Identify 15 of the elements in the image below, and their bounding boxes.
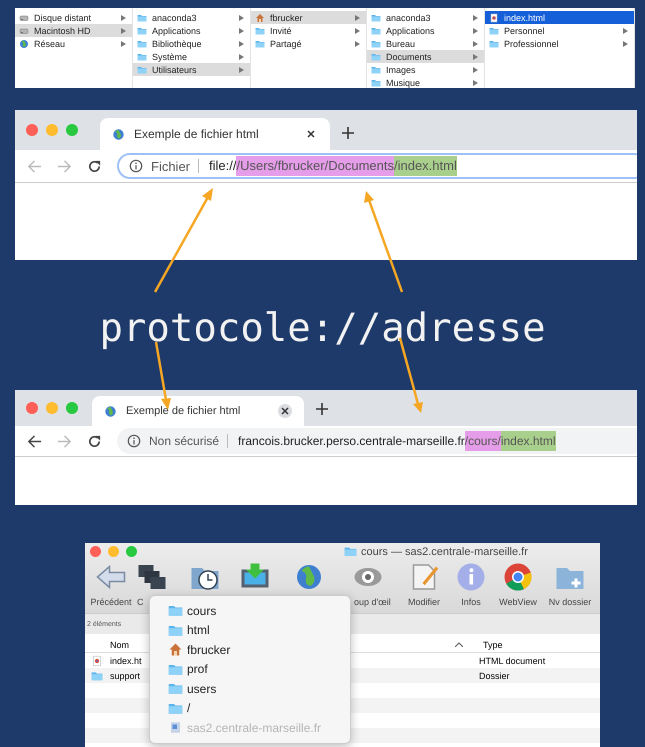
tab-title: Exemple de fichier html [134,127,260,141]
file-type: HTML document [479,656,546,666]
highlighted-url-part: index.html [500,431,556,451]
caption: protocole://adresse [99,306,546,350]
file-name: index.ht [110,656,143,666]
highlighted-url-part: /index.html [394,156,457,176]
tab-title: Exemple de fichier html [126,405,242,417]
security-label: Fichier [151,158,190,174]
url-text: francois.brucker.perso.centrale-marseille.fr [238,433,465,450]
window-title: cours — sas2.centrale-marseille.fr [361,546,528,558]
security-label: Non sécurisé [149,434,220,448]
file-name: support [110,670,142,680]
file-type: Dossier [479,670,510,680]
highlighted-url-part: /Users/fbrucker/Documents [236,156,394,176]
url-text: file:// [209,157,236,175]
